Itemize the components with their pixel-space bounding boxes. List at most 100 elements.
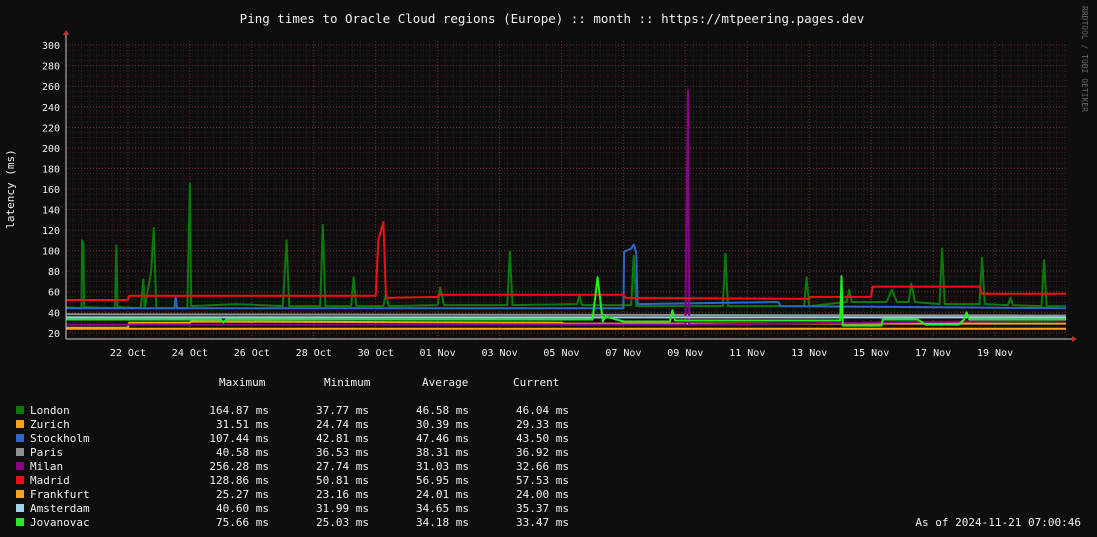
y-tick-label: 80 [48,267,60,278]
legend-swatch [16,490,24,498]
legend-swatch [16,476,24,484]
y-tick-label: 240 [42,103,60,114]
legend-series-name: Madrid [30,474,70,487]
legend-series-name: Frankfurt [30,488,90,501]
legend-header-current: Current [513,376,560,389]
legend-value-cur: 35.37 ms [516,502,569,515]
legend-series-name: Milan [30,460,64,473]
y-tick-label: 160 [42,185,60,196]
x-tick-label: 15 Nov [853,348,889,359]
x-tick-label: 30 Oct [358,348,394,359]
legend-row: Paris 40.58 ms 36.53 ms 38.31 ms 36.92 ms [14,446,614,460]
legend-value-min: 23.16 ms [316,488,369,501]
legend-value-avg: 31.03 ms [416,460,469,473]
legend-header-average: Average [422,376,469,389]
legend-value-avg: 24.01 ms [416,488,469,501]
x-tick-label: 11 Nov [729,348,765,359]
x-tick-label: 09 Nov [667,348,703,359]
y-tick-label: 280 [42,62,60,73]
x-tick-label: 28 Oct [296,348,332,359]
y-tick-label: 260 [42,82,60,93]
legend-row: Frankfurt 25.27 ms 23.16 ms 24.01 ms 24.00 m… [14,488,614,502]
legend-value-cur: 29.33 ms [516,418,569,431]
y-tick-label: 180 [42,164,60,175]
legend-value-min: 37.77 ms [316,404,369,417]
legend-swatch [16,448,24,456]
legend-row: Milan 256.28 ms 27.74 ms 31.03 ms 32.66 ms [14,460,614,474]
y-tick-label: 120 [42,226,60,237]
y-tick-label: 100 [42,247,60,258]
y-tick-label: 20 [48,329,60,340]
x-tick-label: 22 Oct [110,348,146,359]
x-tick-label: 07 Nov [605,348,641,359]
y-tick-label: 60 [48,288,60,299]
legend-row: Stockholm 107.44 ms 42.81 ms 47.46 ms 43.50 … [14,432,614,446]
legend-value-max: 25.27 ms [216,488,269,501]
x-tick-label: 24 Oct [172,348,208,359]
legend-value-max: 75.66 ms [216,516,269,529]
legend-value-max: 256.28 ms [209,460,269,473]
y-tick-label: 220 [42,123,60,134]
legend-series-name: Zurich [30,418,70,431]
legend-value-min: 36.53 ms [316,446,369,459]
x-tick-label: 19 Nov [977,348,1013,359]
legend-series-name: Paris [30,446,64,459]
legend-series-name: Stockholm [30,432,90,445]
legend-value-max: 40.58 ms [216,446,269,459]
legend-value-max: 107.44 ms [209,432,269,445]
x-tick-label: 05 Nov [543,348,579,359]
x-tick-label: 01 Nov [420,348,456,359]
legend-swatch [16,462,24,470]
y-tick-label: 200 [42,144,60,155]
x-tick-label: 13 Nov [791,348,827,359]
y-tick-label: 40 [48,308,60,319]
timestamp: As of 2024-11-21 07:00:46 [915,516,1081,529]
legend-value-avg: 46.58 ms [416,404,469,417]
legend-swatch [16,420,24,428]
y-tick-label: 300 [42,41,60,52]
series-line-paris [65,313,1067,317]
legend-value-cur: 24.00 ms [516,488,569,501]
x-axis-arrow [1072,336,1077,342]
legend-value-cur: 57.53 ms [516,474,569,487]
legend-value-min: 42.81 ms [316,432,369,445]
legend-value-min: 27.74 ms [316,460,369,473]
legend-row: Jovanovac 75.66 ms 25.03 ms 34.18 ms 33.47 m… [14,516,614,530]
legend-value-avg: 56.95 ms [416,474,469,487]
legend-value-cur: 43.50 ms [516,432,569,445]
legend-value-max: 128.86 ms [209,474,269,487]
legend-header-maximum: Maximum [219,376,266,389]
y-tick-label: 140 [42,206,60,217]
x-tick-label: 26 Oct [234,348,270,359]
legend-series-name: Amsterdam [30,502,90,515]
legend-value-cur: 32.66 ms [516,460,569,473]
x-tick-label: 17 Nov [915,348,951,359]
legend-row: Madrid 128.86 ms 50.81 ms 56.95 ms 57.53 ms [14,474,614,488]
legend-row: London 164.87 ms 37.77 ms 46.58 ms 46.04 ms [14,404,614,418]
legend-swatch [16,434,24,442]
legend-row: Amsterdam 40.60 ms 31.99 ms 34.65 ms 35.37 m… [14,502,614,516]
legend-value-cur: 33.47 ms [516,516,569,529]
legend-value-avg: 34.65 ms [416,502,469,515]
legend-series-name: Jovanovac [30,516,90,529]
legend-value-avg: 34.18 ms [416,516,469,529]
legend-swatch [16,504,24,512]
legend-value-avg: 38.31 ms [416,446,469,459]
x-tick-label: 03 Nov [481,348,517,359]
legend-swatch [16,518,24,526]
y-axis-label: latency (ms) [4,149,17,228]
legend-value-max: 164.87 ms [209,404,269,417]
legend-value-min: 50.81 ms [316,474,369,487]
legend-value-cur: 46.04 ms [516,404,569,417]
legend-value-max: 31.51 ms [216,418,269,431]
legend-header-minimum: Minimum [324,376,371,389]
legend-value-min: 25.03 ms [316,516,369,529]
legend-value-min: 31.99 ms [316,502,369,515]
chart-title: Ping times to Oracle Cloud regions (Euro… [240,11,865,26]
legend-value-avg: 30.39 ms [416,418,469,431]
legend-value-max: 40.60 ms [216,502,269,515]
legend-row: Zurich 31.51 ms 24.74 ms 30.39 ms 29.33 ms [14,418,614,432]
legend-value-avg: 47.46 ms [416,432,469,445]
y-axis-arrow [63,30,69,35]
legend-swatch [16,406,24,414]
